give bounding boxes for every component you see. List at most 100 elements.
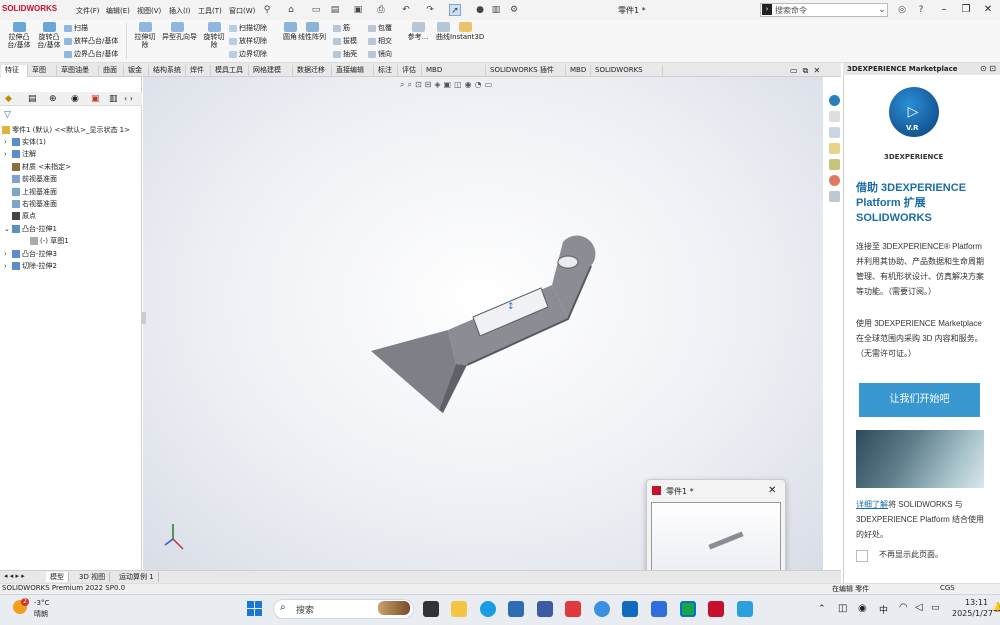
battery-icon[interactable]: ▭ bbox=[931, 603, 940, 613]
tree-item[interactable]: 上视基准面 bbox=[4, 187, 57, 197]
solidworks-taskbar-icon[interactable] bbox=[708, 601, 724, 617]
tree-root[interactable]: 零件1 (默认) <<默认>_显示状态 1> bbox=[2, 125, 130, 135]
wifi-icon[interactable]: ◠ bbox=[899, 602, 908, 613]
view-tab-2[interactable]: 运动算例 1 bbox=[115, 572, 159, 582]
ribbon-boss-button-0[interactable]: 拉伸凸 台/基体 bbox=[4, 22, 34, 49]
ribbon-cut-item-2[interactable]: 边界切除 bbox=[229, 49, 267, 59]
tab-9[interactable]: 数据迁移 bbox=[293, 65, 332, 77]
panel-collapse-handle[interactable] bbox=[142, 312, 146, 324]
file-explorer-icon[interactable] bbox=[829, 143, 840, 154]
tree-expander-icon[interactable]: ⌄ bbox=[4, 225, 12, 233]
help-icon[interactable]: ? bbox=[915, 4, 927, 16]
tree-item[interactable]: 原点 bbox=[4, 211, 36, 221]
tray-app2-icon[interactable]: ◉ bbox=[858, 603, 867, 614]
tree-expander-icon[interactable]: › bbox=[4, 250, 12, 258]
tab-11[interactable]: 标注 bbox=[374, 65, 398, 77]
select-icon[interactable]: ➚ bbox=[449, 4, 461, 16]
ribbon-wrap-item-0[interactable]: 包覆 bbox=[368, 23, 392, 33]
tab-4[interactable]: 钣金 bbox=[124, 65, 149, 77]
solidworks-logo[interactable]: SOLIDWORKS bbox=[2, 4, 57, 13]
cam-tab-icon[interactable]: ▥ bbox=[109, 94, 118, 104]
tree-expander-icon[interactable]: › bbox=[4, 150, 12, 158]
resources-home-icon[interactable] bbox=[829, 111, 840, 122]
ribbon-cut-item-1[interactable]: 放样切除 bbox=[229, 36, 267, 46]
tab-2[interactable]: 草图油墨 bbox=[57, 65, 99, 77]
menu-edit[interactable]: 编辑(E) bbox=[106, 6, 130, 16]
tab-6[interactable]: 焊件 bbox=[186, 65, 211, 77]
ribbon-rib-item-2[interactable]: 抽壳 bbox=[333, 49, 357, 59]
tab-15[interactable]: MBD bbox=[566, 65, 591, 77]
configuration-tab-icon[interactable]: ⊕ bbox=[49, 94, 57, 104]
file-properties-icon[interactable]: ▥ bbox=[490, 4, 502, 16]
pin-icon[interactable]: ⚲ bbox=[261, 4, 273, 16]
view-palette-icon[interactable] bbox=[829, 159, 840, 170]
tab-7[interactable]: 模具工具 bbox=[211, 65, 249, 77]
edge-browser-icon[interactable] bbox=[480, 601, 496, 617]
tab-5[interactable]: 结构系统 bbox=[149, 65, 186, 77]
search-dropdown-icon[interactable]: ⌄ bbox=[876, 4, 888, 16]
clock-time[interactable]: 13:11 bbox=[965, 598, 988, 607]
ribbon-wrap-item-2[interactable]: 镜向 bbox=[368, 49, 392, 59]
tab-3[interactable]: 曲面 bbox=[99, 65, 124, 77]
ribbon-fillet-button-1[interactable]: 线性阵列 bbox=[297, 22, 327, 41]
ribbon-rib-item-1[interactable]: 拔模 bbox=[333, 36, 357, 46]
tab-14[interactable]: SOLIDWORKS 插件 bbox=[486, 65, 566, 77]
ribbon-ref-button-2[interactable]: Instant3D bbox=[450, 22, 484, 41]
remote-app-icon[interactable] bbox=[737, 601, 753, 617]
design-library-icon[interactable] bbox=[829, 127, 840, 138]
tree-item[interactable]: 右视基准面 bbox=[4, 199, 57, 209]
tabs-scroll-icon[interactable]: ‹ › bbox=[124, 94, 133, 103]
tab-16[interactable]: SOLIDWORKS CAM bbox=[591, 65, 663, 85]
undo-icon[interactable]: ↶ bbox=[400, 4, 412, 16]
tab-13[interactable]: MBD Dimensions bbox=[422, 65, 486, 85]
close-icon[interactable]: ✕ bbox=[979, 2, 997, 18]
feature-tree-tab-icon[interactable]: ◆ bbox=[5, 94, 12, 104]
ribbon-boss-item-0[interactable]: 扫描 bbox=[64, 23, 88, 33]
options-gear-icon[interactable]: ⚙ bbox=[508, 4, 520, 16]
view-tab-0[interactable]: 模型 bbox=[46, 572, 69, 582]
tab-8[interactable]: 网格建模 bbox=[249, 65, 293, 77]
menu-file[interactable]: 文件(F) bbox=[76, 6, 100, 16]
tree-expander-icon[interactable]: › bbox=[4, 262, 12, 270]
3dexperience-icon[interactable] bbox=[829, 95, 840, 106]
print-icon[interactable]: ⎙ bbox=[375, 4, 387, 16]
preview-close-icon[interactable]: ✕ bbox=[768, 485, 776, 496]
menu-view[interactable]: 视图(V) bbox=[137, 6, 161, 16]
view-tab-1[interactable]: 3D 视图 bbox=[75, 572, 111, 582]
ribbon-boss-button-1[interactable]: 旋转凸 台/基体 bbox=[34, 22, 64, 49]
unit-system[interactable]: CGS bbox=[940, 584, 955, 592]
tab-window-controls[interactable]: ▭ ⧉ ✕ bbox=[790, 66, 820, 76]
open-icon[interactable]: ▤ bbox=[329, 4, 341, 16]
search-command-input[interactable]: 搜索命令 bbox=[760, 3, 888, 17]
tree-item[interactable]: 材质 <未指定> bbox=[4, 162, 71, 172]
tree-item[interactable]: › 凸台-拉伸3 bbox=[4, 249, 57, 259]
menu-tools[interactable]: 工具(T) bbox=[198, 6, 222, 16]
start-windows-icon[interactable] bbox=[247, 601, 262, 616]
tray-app-icon[interactable]: ◫ bbox=[838, 603, 847, 614]
display-manager-tab-icon[interactable]: ▣ bbox=[91, 94, 100, 104]
task-pane-pin-icon[interactable]: ⊙ ⊡ bbox=[980, 64, 996, 73]
filter-icon[interactable]: ▽ bbox=[4, 110, 11, 120]
ribbon-cut-button-0[interactable]: 拉伸切 除 bbox=[130, 22, 160, 49]
ribbon-cut-button-2[interactable]: 旋转切 除 bbox=[199, 22, 229, 49]
save-icon[interactable]: ▣ bbox=[352, 4, 364, 16]
task-view-icon[interactable] bbox=[423, 601, 439, 617]
redo-icon[interactable]: ↷ bbox=[424, 4, 436, 16]
custom-properties-icon[interactable] bbox=[829, 191, 840, 202]
tray-chevron-icon[interactable]: ⌃ bbox=[818, 604, 826, 614]
ribbon-cut-button-1[interactable]: 异型孔向导 bbox=[162, 22, 197, 41]
cloud-app-icon[interactable] bbox=[594, 601, 610, 617]
tree-expander-icon[interactable]: › bbox=[4, 138, 12, 146]
view-tab-nav-icon[interactable]: ◂ ◂ ▸ ▸ bbox=[4, 572, 25, 580]
tab-12[interactable]: 评估 bbox=[398, 65, 422, 77]
rebuild-icon[interactable]: ● bbox=[474, 4, 486, 16]
red-app-icon[interactable] bbox=[565, 601, 581, 617]
minimize-icon[interactable]: – bbox=[935, 2, 953, 18]
appearances-icon[interactable] bbox=[829, 175, 840, 186]
ribbon-boss-item-2[interactable]: 边界凸台/基体 bbox=[64, 49, 118, 59]
dont-show-checkbox[interactable] bbox=[856, 550, 868, 562]
tree-item[interactable]: ⌄ 凸台-拉伸1 bbox=[4, 224, 57, 234]
menu-insert[interactable]: 插入(I) bbox=[169, 6, 191, 16]
dimxpert-tab-icon[interactable]: ◉ bbox=[71, 94, 79, 104]
tree-item[interactable]: › 注解 bbox=[4, 149, 36, 159]
